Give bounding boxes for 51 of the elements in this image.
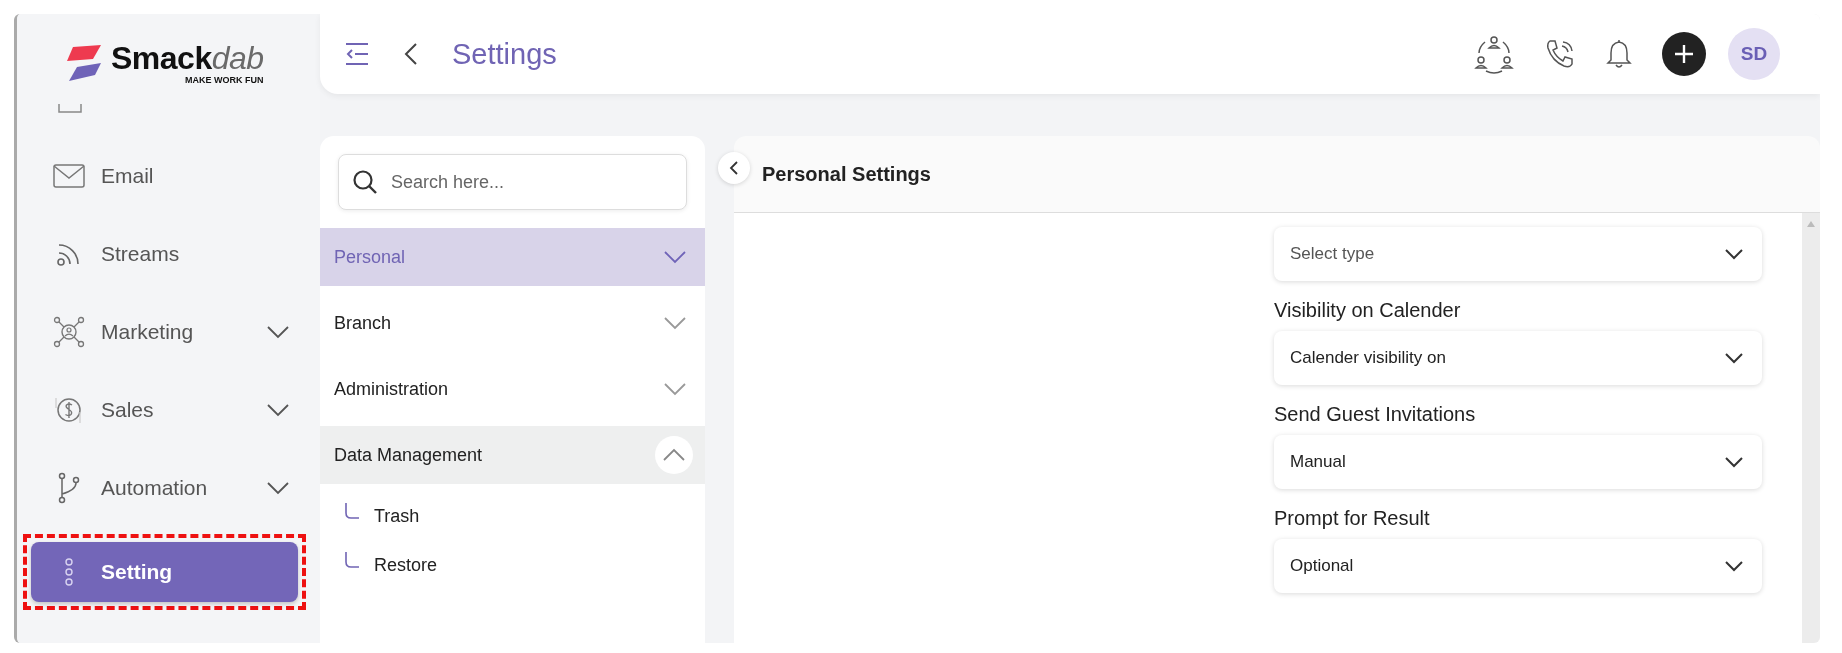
feed-icon [56,241,82,267]
branch-icon [57,472,81,504]
envelope-icon [53,164,85,188]
collapse-panel-button[interactable] [718,152,750,184]
collapse-menu-icon[interactable] [344,42,370,66]
logo-tagline: MAKE WORK FUN [184,75,264,85]
back-icon[interactable] [404,42,418,66]
sidebar-item[interactable]: Setting [31,542,298,602]
logo-name: Smackdab [111,41,264,75]
user-avatar[interactable]: SD [1728,28,1780,80]
chevron-down-icon [1724,456,1744,468]
page-title: Settings [452,37,557,71]
field-label: Send Guest Invitations [1274,403,1477,426]
panel-title: Personal Settings [762,162,931,186]
team-icon[interactable] [1474,34,1514,74]
chevron-down-icon [1724,248,1744,260]
settings-section[interactable]: Data Management [320,426,705,484]
scrollbar[interactable] [1802,213,1820,643]
bell-icon[interactable] [1606,39,1632,69]
chevron-up-icon [655,436,693,474]
field-label: Prompt for Result [1274,507,1431,530]
sidebar-item[interactable]: Streams [31,222,310,286]
dropdown-field[interactable]: Optional [1274,539,1762,593]
network-icon [53,316,85,348]
settings-section[interactable]: Administration [320,360,705,418]
sidebar-item[interactable]: Sales [31,378,310,442]
tree-branch-icon [344,551,360,570]
chevron-down-icon [663,250,687,264]
add-button[interactable] [1662,32,1706,76]
settings-subitem[interactable]: Trash [320,492,705,541]
chevron-down-icon [663,316,687,330]
chevron-down-icon [1724,560,1744,572]
search-icon [352,169,378,195]
dropdown-field[interactable]: Calender visibility on [1274,331,1762,385]
chevron-down-icon [663,382,687,396]
field-label: Visibility on Calender [1274,299,1462,322]
settings-subitem[interactable]: Restore [320,541,705,590]
chevron-down-icon [1724,352,1744,364]
sidebar-item[interactable]: Email [31,144,310,208]
dropdown-field[interactable]: Select type [1274,227,1762,281]
search-field[interactable]: Search here... [338,154,687,210]
plus-icon [1674,44,1694,64]
phone-icon[interactable] [1544,38,1576,70]
sidebar-item[interactable]: Marketing [31,300,310,364]
dropdown-field[interactable]: Manual [1274,435,1762,489]
settings-section[interactable]: Personal [320,228,705,286]
dots-icon [64,558,74,586]
settings-section[interactable]: Branch [320,294,705,352]
sidebar-item[interactable]: Automation [31,456,310,520]
chevron-left-icon [729,160,739,176]
tree-branch-icon [344,502,360,521]
